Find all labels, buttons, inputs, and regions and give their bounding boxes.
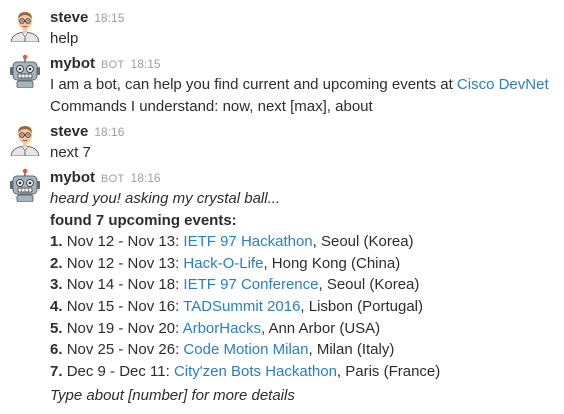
message-timestamp[interactable]: 18:16 xyxy=(94,125,124,139)
message-header: steve 18:16 xyxy=(50,122,560,142)
sender-name[interactable]: mybot xyxy=(50,55,95,72)
user-avatar-icon[interactable] xyxy=(8,8,42,42)
event-number: 5. xyxy=(50,319,63,337)
event-number: 3. xyxy=(50,276,63,294)
event-dates: Nov 14 - Nov 18: xyxy=(66,276,180,294)
event-item: 2. Nov 12 - Nov 13: Hack-O-Life, Hong Ko… xyxy=(50,253,560,275)
event-dates: Dec 9 - Dec 11: xyxy=(66,362,170,380)
event-number: 7. xyxy=(50,362,63,380)
message-header: steve 18:15 xyxy=(50,8,560,28)
event-location: , Seoul (Korea) xyxy=(318,276,420,294)
message-body: steve 18:15 help xyxy=(50,8,560,50)
sender-name[interactable]: steve xyxy=(50,123,88,140)
message-timestamp[interactable]: 18:16 xyxy=(131,171,161,185)
event-item: 3. Nov 14 - Nov 18: IETF 97 Conference, … xyxy=(50,274,560,296)
event-location: , Hong Kong (China) xyxy=(263,254,401,272)
message-timestamp[interactable]: 18:15 xyxy=(131,57,161,71)
event-item: 1. Nov 12 - Nov 13: IETF 97 Hackathon, S… xyxy=(50,231,560,253)
chat-message-list: steve 18:15 help mybot BOT 18:15 I am a … xyxy=(0,0,564,414)
message-body: steve 18:16 next 7 xyxy=(50,122,560,164)
event-location: , Paris (France) xyxy=(336,362,441,380)
events-heading: found 7 upcoming events: xyxy=(50,211,237,229)
user-avatar-icon[interactable] xyxy=(8,122,42,156)
message-text: help xyxy=(50,30,79,47)
robot-avatar-icon[interactable] xyxy=(8,168,42,202)
event-number: 4. xyxy=(50,297,63,315)
sender-name[interactable]: steve xyxy=(50,9,88,26)
event-link[interactable]: Code Motion Milan xyxy=(183,341,308,358)
event-item: 5. Nov 19 - Nov 20: ArborHacks, Ann Arbo… xyxy=(50,318,560,340)
event-list: 1. Nov 12 - Nov 13: IETF 97 Hackathon, S… xyxy=(50,231,560,382)
event-dates: Nov 12 - Nov 13: xyxy=(66,233,180,251)
event-item: 6. Nov 25 - Nov 26: Code Motion Milan, M… xyxy=(50,339,560,361)
message-text: Commands I understand: now, next [max], … xyxy=(50,97,373,115)
event-location: , Ann Arbor (USA) xyxy=(260,319,381,337)
event-dates: Nov 12 - Nov 13: xyxy=(66,254,180,272)
message-intro: heard you! asking my crystal ball... xyxy=(50,190,281,207)
event-link[interactable]: ArborHacks xyxy=(183,320,261,337)
robot-avatar-icon[interactable] xyxy=(8,54,42,88)
event-number: 6. xyxy=(50,341,63,359)
message-body: mybot BOT 18:16 heard you! asking my cryst… xyxy=(50,168,560,407)
message-text: I am a bot, can help you find current an… xyxy=(50,74,560,96)
event-item: 7. Dec 9 - Dec 11: City'zen Bots Hackath… xyxy=(50,361,560,383)
event-dates: Nov 25 - Nov 26: xyxy=(66,341,180,359)
cisco-devnet-link[interactable]: Cisco DevNet xyxy=(457,76,549,93)
bot-badge: BOT xyxy=(101,173,125,185)
event-link[interactable]: IETF 97 Conference xyxy=(183,276,318,293)
sender-name[interactable]: mybot xyxy=(50,169,95,186)
event-link[interactable]: TADSummit 2016 xyxy=(183,298,300,315)
event-item: 4. Nov 15 - Nov 16: TADSummit 2016, Lisb… xyxy=(50,296,560,318)
message-header: mybot BOT 18:16 xyxy=(50,168,560,188)
event-location: , Milan (Italy) xyxy=(308,341,395,359)
event-number: 1. xyxy=(50,233,63,251)
bot-badge: BOT xyxy=(101,59,125,71)
event-location: , Lisbon (Portugal) xyxy=(300,297,423,315)
event-dates: Nov 19 - Nov 20: xyxy=(66,319,180,337)
event-location: , Seoul (Korea) xyxy=(312,233,414,251)
event-dates: Nov 15 - Nov 16: xyxy=(66,297,180,315)
message-timestamp[interactable]: 18:15 xyxy=(94,11,124,25)
message-text: next 7 xyxy=(50,144,91,161)
message-footer: Type about [number] for more details xyxy=(50,387,295,405)
message-body: mybot BOT 18:15 I am a bot, can help you f… xyxy=(50,54,560,117)
message-text-prefix: I am a bot, can help you find current an… xyxy=(50,76,457,93)
message-header: mybot BOT 18:15 xyxy=(50,54,560,74)
event-number: 2. xyxy=(50,254,63,272)
event-link[interactable]: Hack-O-Life xyxy=(183,255,263,272)
event-link[interactable]: IETF 97 Hackathon xyxy=(183,233,312,250)
event-link[interactable]: City'zen Bots Hackathon xyxy=(174,363,337,380)
